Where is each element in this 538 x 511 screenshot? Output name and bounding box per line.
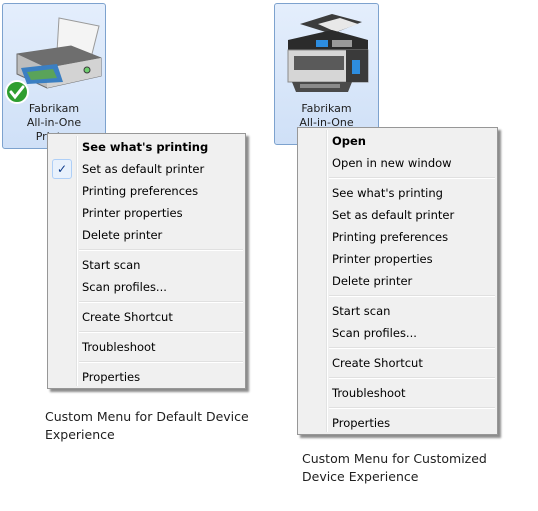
menu-item-open-in-new-window[interactable]: Open in new window [298, 152, 497, 174]
menu-item-printing-preferences[interactable]: Printing preferences [48, 180, 245, 202]
checkmark-icon: ✓ [52, 159, 72, 179]
menu-separator [79, 361, 243, 363]
menu-separator [79, 249, 243, 251]
menu-item-properties[interactable]: Properties [298, 412, 497, 434]
menu-item-scan-profiles[interactable]: Scan profiles... [298, 322, 497, 344]
context-menu-default: See what's printing ✓ Set as default pri… [47, 133, 246, 389]
menu-item-create-shortcut[interactable]: Create Shortcut [48, 306, 245, 328]
device-name-line1: Fabrikam [28, 102, 80, 115]
menu-separator [329, 295, 495, 297]
menu-item-label: Set as default printer [82, 162, 205, 176]
menu-item-delete-printer[interactable]: Delete printer [48, 224, 245, 246]
device-name-line2: All-in-One [26, 116, 82, 129]
multifunction-printer-icon [287, 14, 369, 92]
menu-item-troubleshoot[interactable]: Troubleshoot [298, 382, 497, 404]
menu-separator [329, 377, 495, 379]
caption-line1: Custom Menu for Customized [302, 451, 487, 466]
caption-line1: Custom Menu for Default Device [45, 409, 249, 424]
menu-item-printing-preferences[interactable]: Printing preferences [298, 226, 497, 248]
menu-separator [329, 407, 495, 409]
default-checkmark-icon [5, 80, 29, 104]
menu-item-start-scan[interactable]: Start scan [298, 300, 497, 322]
menu-item-scan-profiles[interactable]: Scan profiles... [48, 276, 245, 298]
menu-item-printer-properties[interactable]: Printer properties [48, 202, 245, 224]
menu-item-set-as-default-printer[interactable]: Set as default printer [298, 204, 497, 226]
caption-line2: Experience [45, 427, 115, 442]
menu-item-set-as-default-printer[interactable]: ✓ Set as default printer [48, 158, 245, 180]
menu-item-see-whats-printing[interactable]: See what's printing [48, 136, 245, 158]
menu-separator [79, 331, 243, 333]
menu-separator [329, 347, 495, 349]
menu-separator [329, 177, 495, 179]
caption-customized: Custom Menu for Customized Device Experi… [302, 450, 487, 486]
menu-item-start-scan[interactable]: Start scan [48, 254, 245, 276]
menu-item-create-shortcut[interactable]: Create Shortcut [298, 352, 497, 374]
caption-default: Custom Menu for Default Device Experienc… [45, 408, 249, 444]
menu-item-troubleshoot[interactable]: Troubleshoot [48, 336, 245, 358]
menu-item-properties[interactable]: Properties [48, 366, 245, 388]
menu-item-delete-printer[interactable]: Delete printer [298, 270, 497, 292]
context-menu-customized: Open Open in new window See what's print… [297, 127, 498, 435]
menu-item-see-whats-printing[interactable]: See what's printing [298, 182, 497, 204]
caption-line2: Device Experience [302, 469, 419, 484]
menu-separator [79, 301, 243, 303]
device-name-line1: Fabrikam [301, 102, 352, 115]
menu-item-printer-properties[interactable]: Printer properties [298, 248, 497, 270]
printer-tile-default[interactable]: Fabrikam All-in-One Printer [2, 3, 106, 149]
menu-item-open[interactable]: Open [298, 130, 497, 152]
printer-tile-customized[interactable]: Fabrikam All-in-One [274, 3, 379, 145]
